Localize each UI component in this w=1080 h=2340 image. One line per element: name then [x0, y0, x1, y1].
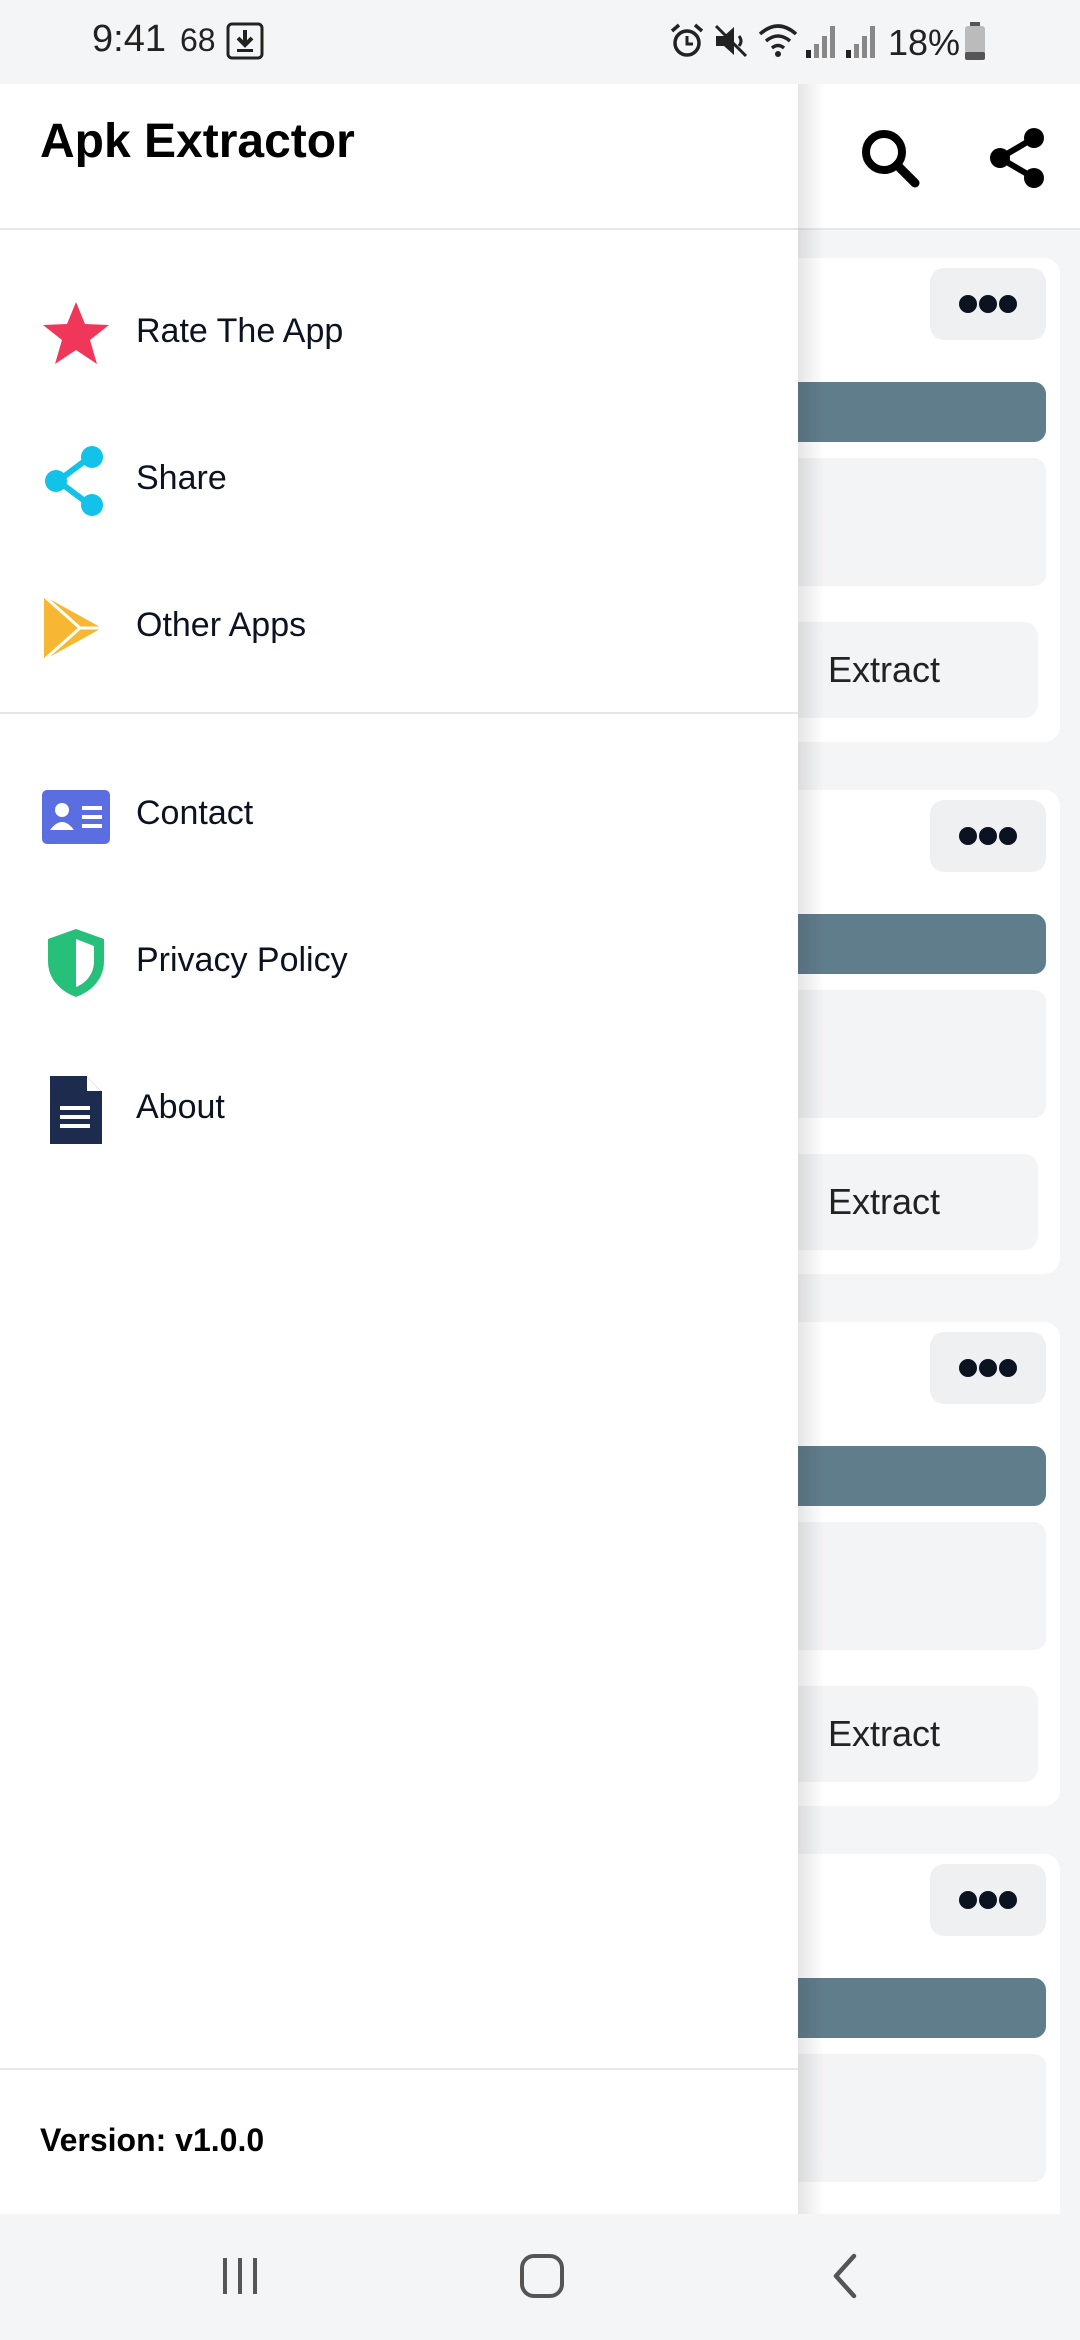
- more-options-button[interactable]: [930, 268, 1046, 340]
- menu-item-label: Share: [136, 459, 227, 497]
- menu-item-label: About: [136, 1088, 225, 1126]
- menu-item-label: Privacy Policy: [136, 941, 348, 979]
- mute-icon: [714, 24, 748, 58]
- shield-icon: [48, 929, 104, 997]
- home-icon[interactable]: [507, 2244, 577, 2308]
- divider: [0, 712, 798, 714]
- menu-item-privacy-policy[interactable]: Privacy Policy: [0, 899, 798, 1019]
- more-horizontal-icon: [959, 827, 1017, 845]
- play-store-icon: [43, 594, 102, 662]
- more-horizontal-icon: [959, 1359, 1017, 1377]
- divider: [0, 228, 798, 230]
- signal-2-icon: [846, 26, 875, 58]
- menu-item-about[interactable]: About: [0, 1046, 798, 1166]
- drawer-shadow: [798, 84, 824, 2214]
- share-icon: [45, 446, 103, 516]
- menu-item-share[interactable]: Share: [0, 417, 798, 537]
- wifi-icon: [758, 24, 798, 57]
- more-horizontal-icon: [959, 1891, 1017, 1909]
- document-icon: [50, 1076, 102, 1144]
- version-label: Version: v1.0.0: [40, 2122, 265, 2158]
- recent-apps-icon[interactable]: [205, 2244, 275, 2308]
- system-navigation-bar: [0, 2214, 1080, 2340]
- battery-percent: 18%: [888, 22, 961, 63]
- menu-item-other-apps[interactable]: Other Apps: [0, 564, 798, 684]
- signal-1-icon: [806, 26, 835, 58]
- menu-item-label: Rate The App: [136, 312, 344, 350]
- more-options-button[interactable]: [930, 1864, 1046, 1936]
- menu-item-rate-the-app[interactable]: Rate The App: [0, 270, 798, 390]
- more-options-button[interactable]: [930, 1332, 1046, 1404]
- menu-item-label: Other Apps: [136, 606, 307, 644]
- contact-card-icon: [42, 790, 110, 844]
- status-time: 9:41: [92, 18, 166, 60]
- more-options-button[interactable]: [930, 800, 1046, 872]
- alarm-icon: [670, 23, 704, 57]
- navigation-drawer: Apk Extractor Rate The App Share Other A…: [0, 84, 798, 2214]
- notification-count: 68: [180, 22, 216, 58]
- menu-item-label: Contact: [136, 794, 254, 832]
- share-icon[interactable]: [986, 126, 1050, 190]
- battery-icon: [965, 22, 985, 60]
- search-icon[interactable]: [858, 126, 922, 190]
- drawer-title: Apk Extractor: [40, 115, 355, 168]
- download-notification-icon: [226, 22, 264, 60]
- more-horizontal-icon: [959, 295, 1017, 313]
- divider: [0, 2068, 798, 2070]
- menu-item-contact[interactable]: Contact: [0, 752, 798, 872]
- status-bar: 9:41 68 18%: [0, 0, 1080, 84]
- back-icon[interactable]: [810, 2244, 880, 2308]
- star-icon: [43, 302, 109, 364]
